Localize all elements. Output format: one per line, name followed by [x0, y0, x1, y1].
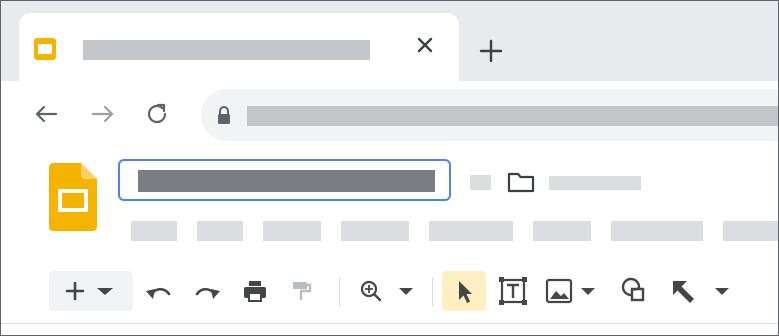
- zoom-button[interactable]: [351, 271, 417, 311]
- tab-title: [83, 40, 370, 60]
- toolbar-separator: [339, 277, 340, 307]
- new-slide-button[interactable]: [49, 271, 133, 311]
- lock-icon: [218, 106, 230, 124]
- menu-item[interactable]: [131, 221, 177, 241]
- text-box-icon: [499, 277, 527, 305]
- folder-name: [549, 176, 641, 190]
- menu-item[interactable]: [723, 221, 778, 241]
- toolbar-bottom-border: [1, 323, 778, 324]
- menu-bar: [1, 217, 778, 245]
- address-bar[interactable]: [201, 89, 778, 141]
- paint-format-icon: [293, 282, 312, 300]
- menu-item[interactable]: [429, 221, 513, 241]
- paint-format-button[interactable]: [283, 271, 319, 311]
- tab-strip: [1, 1, 778, 81]
- new-slide-icon: [65, 281, 113, 301]
- print-icon: [244, 281, 266, 302]
- menu-item[interactable]: [533, 221, 591, 241]
- plus-icon[interactable]: [477, 37, 505, 65]
- document-title-text: [138, 170, 435, 192]
- url-text: [247, 106, 778, 126]
- menu-item[interactable]: [263, 221, 321, 241]
- star-button[interactable]: [470, 175, 491, 190]
- shape-icon: [621, 277, 645, 302]
- folder-icon[interactable]: [507, 171, 535, 193]
- close-icon[interactable]: [411, 31, 439, 59]
- menu-item[interactable]: [341, 221, 409, 241]
- app-header: [1, 149, 778, 255]
- text-box-button[interactable]: [493, 271, 533, 311]
- menu-item[interactable]: [197, 221, 243, 241]
- redo-icon: [195, 287, 220, 299]
- menu-item[interactable]: [611, 221, 703, 241]
- browser-tab[interactable]: [19, 13, 459, 81]
- arrow-right-icon[interactable]: [88, 99, 118, 129]
- line-tool-button[interactable]: [661, 271, 741, 311]
- line-icon: [673, 281, 729, 303]
- browser-window: [0, 0, 779, 336]
- zoom-icon: [360, 280, 413, 302]
- select-tool-button[interactable]: [442, 271, 486, 311]
- select-icon: [459, 281, 472, 303]
- arrow-left-icon[interactable]: [31, 99, 61, 129]
- document-title-input[interactable]: [118, 159, 451, 201]
- navigation-bar: [1, 81, 778, 150]
- shape-button[interactable]: [613, 271, 653, 311]
- toolbar: [1, 255, 778, 335]
- toolbar-separator: [432, 277, 433, 307]
- google-slides-icon: [34, 38, 56, 60]
- redo-button[interactable]: [189, 271, 225, 311]
- undo-button[interactable]: [141, 271, 177, 311]
- print-button[interactable]: [237, 271, 273, 311]
- reload-icon[interactable]: [142, 99, 172, 129]
- insert-image-button[interactable]: [541, 271, 607, 311]
- image-icon: [545, 278, 595, 304]
- undo-icon: [146, 287, 171, 299]
